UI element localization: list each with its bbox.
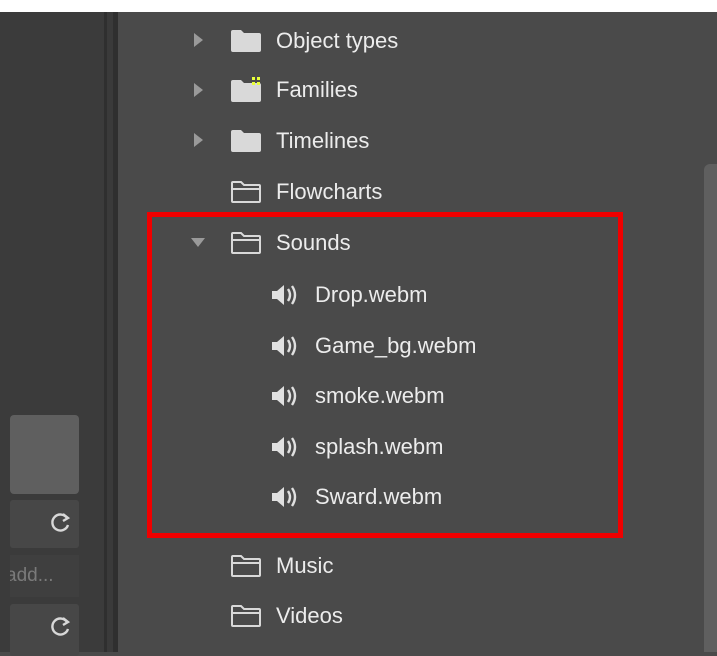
families-folder-icon — [231, 77, 261, 102]
tree-sound-file[interactable]: splash.webm — [270, 427, 443, 467]
sound-file-label: Game_bg.webm — [315, 333, 477, 358]
property-row[interactable] — [10, 500, 79, 548]
tree-folder-label: Videos — [276, 603, 343, 628]
sound-file-label: splash.webm — [315, 434, 444, 459]
tree-folder-families[interactable]: Families — [230, 70, 358, 110]
refresh-icon[interactable] — [49, 614, 73, 638]
sound-file-label: smoke.webm — [315, 383, 445, 408]
tree-scrollbar[interactable] — [704, 164, 717, 652]
tree-folder-label: Music — [276, 553, 334, 578]
tree-sound-file[interactable]: Sward.webm — [270, 477, 442, 517]
property-row[interactable] — [10, 604, 79, 656]
tree-folder-object-types[interactable]: Object types — [230, 21, 398, 61]
tree-folder-label: Sounds — [276, 230, 351, 255]
collapse-arrow-icon[interactable] — [191, 238, 205, 247]
tree-folder-sounds[interactable]: Sounds — [230, 223, 351, 263]
selected-panel-block[interactable] — [10, 415, 79, 494]
folder-outline-icon — [231, 232, 261, 254]
folder-filled-icon — [231, 30, 261, 52]
sound-file-label: Sward.webm — [315, 484, 443, 509]
tree-folder-label: Object types — [276, 28, 399, 53]
folder-outline-icon — [231, 555, 261, 577]
add-input[interactable]: add... — [10, 555, 79, 597]
left-panel: add... — [0, 12, 104, 656]
expand-arrow-icon[interactable] — [194, 133, 203, 147]
expand-arrow-icon[interactable] — [194, 33, 203, 47]
folder-outline-icon — [231, 181, 261, 203]
splitter-handle[interactable] — [107, 12, 113, 652]
tree-folder-music[interactable]: Music — [230, 546, 333, 586]
tree-folder-videos[interactable]: Videos — [230, 596, 343, 636]
tree-folder-label: Timelines — [276, 128, 370, 153]
tree-folder-label: Flowcharts — [276, 179, 383, 204]
tree-folder-flowcharts[interactable]: Flowcharts — [230, 172, 382, 212]
refresh-icon[interactable] — [49, 510, 73, 534]
speaker-icon — [272, 487, 297, 507]
speaker-icon — [272, 336, 297, 356]
top-strip — [0, 0, 717, 12]
folder-filled-icon — [231, 130, 261, 152]
sound-file-label: Drop.webm — [315, 282, 428, 307]
expand-arrow-icon[interactable] — [194, 83, 203, 97]
panel-splitter[interactable] — [104, 12, 118, 652]
tree-sound-file[interactable]: smoke.webm — [270, 376, 445, 416]
tree-sound-file[interactable]: Drop.webm — [270, 275, 427, 315]
folder-outline-icon — [231, 605, 261, 627]
tree-sound-file[interactable]: Game_bg.webm — [270, 326, 476, 366]
tree-folder-timelines[interactable]: Timelines — [230, 121, 369, 161]
project-tree: Object types Families Timelines Flowchar… — [118, 12, 702, 652]
speaker-icon — [272, 437, 297, 457]
speaker-icon — [272, 386, 297, 406]
tree-folder-label: Families — [276, 77, 358, 102]
speaker-icon — [272, 285, 297, 305]
